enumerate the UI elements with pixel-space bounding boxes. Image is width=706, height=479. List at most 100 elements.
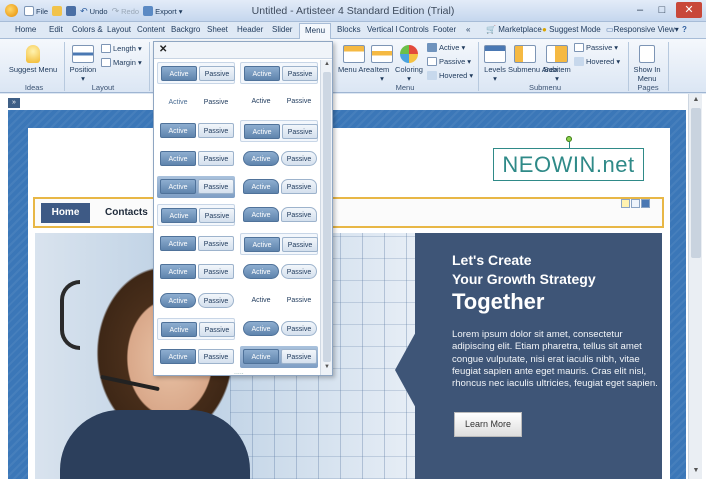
menu-area-icon xyxy=(343,45,365,63)
menu-style-option[interactable]: Active Passive xyxy=(157,91,235,113)
active-style-preview: Active xyxy=(243,293,279,308)
menu-layout-icon[interactable] xyxy=(631,199,640,208)
chevron-down-icon: ▾ xyxy=(616,57,621,66)
passive-style-preview: Passive xyxy=(199,208,235,223)
active-style-preview: Active xyxy=(160,179,196,194)
scroll-down-icon[interactable]: ▼ xyxy=(322,364,332,370)
position-button[interactable]: Position ▾ xyxy=(68,45,98,83)
tab-controls[interactable]: Controls xyxy=(399,25,429,34)
active-style-preview: Active xyxy=(168,99,188,106)
chevron-down-icon: ▾ xyxy=(407,74,411,83)
minimize-button[interactable]: – xyxy=(630,2,650,18)
tab-slider[interactable]: Slider xyxy=(272,25,292,34)
hovered-state-icon xyxy=(427,71,437,80)
tab-background[interactable]: Backgro xyxy=(171,25,200,34)
active-style-preview: Active xyxy=(244,66,280,81)
site-logo[interactable]: NEOWIN.net xyxy=(493,148,644,181)
tab-footer[interactable]: Footer xyxy=(433,25,456,34)
menu-item-home[interactable]: Home xyxy=(41,203,90,223)
menu-style-option[interactable]: Active Passive xyxy=(240,261,318,283)
hero-body-text: Lorem ipsum dolor sit amet, consectetur … xyxy=(452,329,658,390)
menu-style-option[interactable]: Active Passive xyxy=(240,62,318,84)
passive-style-preview: Passive xyxy=(281,293,317,308)
menu-passive-button[interactable]: Passive ▾ xyxy=(427,57,471,66)
tab-edit[interactable]: Edit xyxy=(49,25,63,34)
submenu-area-icon xyxy=(514,45,536,63)
tab-layout[interactable]: Layout xyxy=(107,25,131,34)
suggest-bulb-icon[interactable] xyxy=(621,199,630,208)
tab-home[interactable]: Home xyxy=(15,25,36,34)
tab-menu[interactable]: Menu xyxy=(299,23,332,39)
active-state-icon xyxy=(427,43,437,52)
tab-content[interactable]: Content xyxy=(137,25,165,34)
menu-item-contacts[interactable]: Contacts xyxy=(105,203,148,223)
close-icon[interactable]: ✕ xyxy=(159,44,167,55)
menu-style-option[interactable]: Active Passive xyxy=(240,204,318,226)
menu-style-option[interactable]: Active Passive xyxy=(157,261,235,283)
menu-style-option[interactable]: Active Passive xyxy=(240,148,318,170)
menu-style-option[interactable]: Active Passive xyxy=(157,318,235,340)
learn-more-button[interactable]: Learn More xyxy=(454,412,522,437)
tab-sheet[interactable]: Sheet xyxy=(207,25,228,34)
close-button[interactable]: ✕ xyxy=(676,2,702,18)
menu-style-option[interactable]: Active Passive xyxy=(157,290,235,312)
menu-style-option[interactable]: Active Passive xyxy=(157,62,235,84)
resize-grip[interactable]: ..... xyxy=(234,369,244,376)
margin-button[interactable]: Margin ▾ xyxy=(101,58,142,67)
tabs-scroll-left[interactable]: « xyxy=(466,25,470,34)
gallery-scrollbar[interactable]: ▲ ▼ xyxy=(320,60,332,375)
item-icon xyxy=(371,45,393,63)
submenu-area-button[interactable]: Submenu Area xyxy=(508,45,558,74)
passive-style-preview: Passive xyxy=(281,179,317,194)
scroll-down-icon[interactable]: ▼ xyxy=(691,466,701,476)
person-shirt-graphic xyxy=(60,410,250,479)
tab-vertical-menu[interactable]: Vertical I xyxy=(367,25,398,34)
menu-style-option[interactable]: Active Passive xyxy=(240,176,318,198)
submenu-hovered-button[interactable]: Hovered ▾ xyxy=(574,57,620,66)
tab-blocks[interactable]: Blocks xyxy=(337,25,361,34)
item-button[interactable]: Item ▾ xyxy=(370,45,394,83)
active-style-preview: Active xyxy=(160,349,196,364)
menu-area-button[interactable]: Menu Area xyxy=(338,45,374,74)
position-icon xyxy=(72,45,94,63)
menu-style-option[interactable]: Active Passive xyxy=(240,233,318,255)
suggest-menu-button[interactable]: Suggest Menu xyxy=(6,45,60,74)
coloring-button[interactable]: Coloring ▾ xyxy=(394,45,424,83)
tab-colors[interactable]: Colors & xyxy=(72,25,103,34)
responsive-view-button[interactable]: ▭Responsive View▾ xyxy=(606,25,679,34)
levels-button[interactable]: Levels ▾ xyxy=(482,45,508,83)
canvas-scrollbar[interactable]: ▲ ▼ xyxy=(688,94,702,479)
subitem-button[interactable]: Subitem ▾ xyxy=(542,45,572,83)
active-style-preview: Active xyxy=(160,151,196,166)
menu-style-option[interactable]: Active Passive xyxy=(157,233,235,255)
panel-toggle-button[interactable]: » xyxy=(8,98,20,108)
scroll-thumb[interactable] xyxy=(323,72,331,362)
chevron-down-icon: ▾ xyxy=(81,74,85,83)
maximize-button[interactable]: □ xyxy=(652,2,672,18)
menu-style-option[interactable]: Active Passive xyxy=(157,176,235,198)
scroll-up-icon[interactable]: ▲ xyxy=(322,61,332,67)
tab-header[interactable]: Header xyxy=(237,25,263,34)
submenu-passive-button[interactable]: Passive ▾ xyxy=(574,43,618,52)
menu-active-button[interactable]: Active ▾ xyxy=(427,43,465,52)
menu-style-option[interactable]: Active Passive xyxy=(240,346,318,368)
menu-settings-icon[interactable] xyxy=(641,199,650,208)
menu-style-option[interactable]: Active Passive xyxy=(157,204,235,226)
scroll-up-icon[interactable]: ▲ xyxy=(691,95,701,105)
suggest-mode-button[interactable]: ● Suggest Mode xyxy=(542,25,601,34)
levels-icon xyxy=(484,45,506,63)
scroll-thumb[interactable] xyxy=(691,108,701,258)
help-button[interactable]: ? xyxy=(682,25,687,34)
marketplace-button[interactable]: 🛒 Marketplace xyxy=(486,25,542,34)
length-button[interactable]: Length ▾ xyxy=(101,44,142,53)
menu-style-option[interactable]: Active Passive xyxy=(157,148,235,170)
menu-style-option[interactable]: Active Passive xyxy=(240,120,318,142)
menu-style-option[interactable]: Active Passive xyxy=(240,318,318,340)
menu-style-option[interactable]: Active Passive xyxy=(240,91,318,113)
show-in-menu-button[interactable]: Show In Menu xyxy=(632,45,662,83)
menu-style-option[interactable]: Active Passive xyxy=(240,290,318,312)
menu-style-option[interactable]: Active Passive xyxy=(157,120,235,142)
gallery-header: ✕ xyxy=(154,42,332,59)
menu-style-option[interactable]: Active Passive xyxy=(157,346,235,368)
menu-hovered-button[interactable]: Hovered ▾ xyxy=(427,71,473,80)
